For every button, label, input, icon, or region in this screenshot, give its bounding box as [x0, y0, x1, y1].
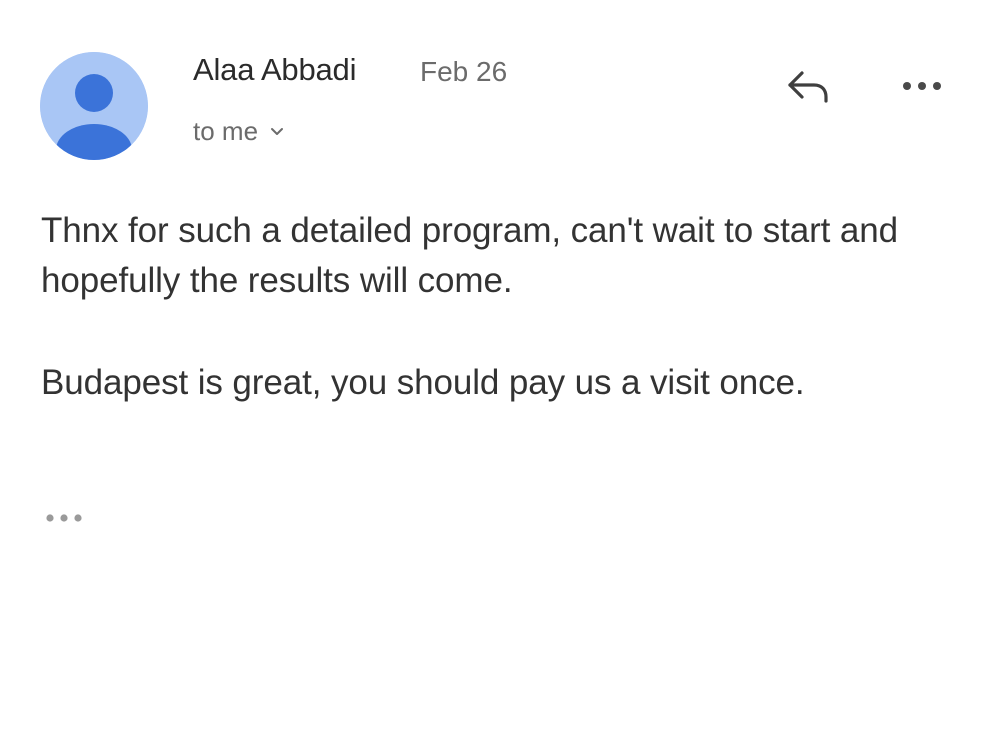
recipient-label: to me — [193, 116, 259, 146]
chevron-down-icon — [270, 127, 284, 137]
more-horizontal-icon — [46, 514, 82, 522]
show-trimmed-content-button[interactable] — [43, 506, 103, 530]
person-avatar-icon — [40, 52, 148, 160]
reply-arrow-icon — [788, 71, 828, 103]
recipient-details-toggle[interactable]: to me — [193, 116, 284, 147]
reply-button[interactable] — [778, 62, 838, 108]
sent-date: Feb 26 — [420, 56, 508, 87]
sender-avatar[interactable] — [40, 52, 148, 160]
more-options-button[interactable] — [892, 66, 952, 106]
more-horizontal-icon — [903, 82, 941, 90]
email-body: Thnx for such a detailed program, can't … — [41, 206, 941, 408]
body-paragraph: Budapest is great, you should pay us a v… — [41, 363, 805, 402]
sender-name[interactable]: Alaa Abbadi — [193, 52, 356, 88]
body-paragraph: Thnx for such a detailed program, can't … — [41, 211, 898, 300]
email-message-card: Alaa Abbadi Feb 26 to me Thnx for such a… — [0, 0, 1000, 750]
